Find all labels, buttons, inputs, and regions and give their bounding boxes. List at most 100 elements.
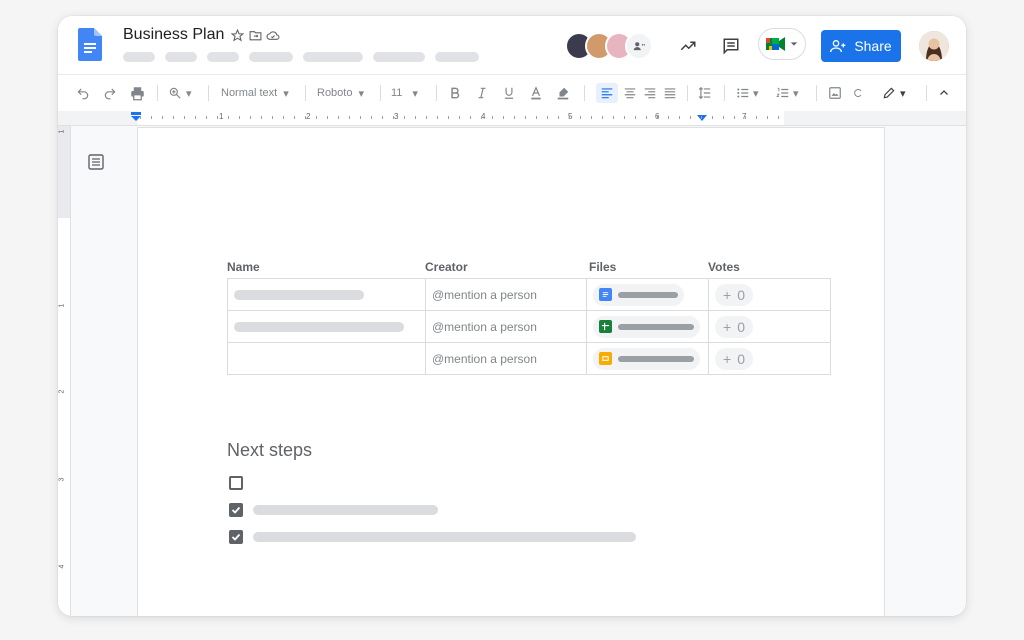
editing-mode-dropdown[interactable]: ▾ xyxy=(882,83,906,103)
creator-cell[interactable]: @mention a person xyxy=(425,342,587,375)
italic-icon[interactable] xyxy=(475,83,489,103)
ruler-tick xyxy=(272,116,273,119)
docs-logo-icon[interactable] xyxy=(78,28,102,61)
name-cell[interactable] xyxy=(227,342,426,375)
file-name-placeholder xyxy=(618,355,694,362)
bold-icon[interactable] xyxy=(448,83,462,103)
user-avatar[interactable] xyxy=(919,31,949,61)
ruler-tick xyxy=(404,116,405,119)
name-cell[interactable] xyxy=(227,310,426,343)
highlight-icon[interactable] xyxy=(556,83,570,103)
divider xyxy=(816,85,817,101)
ruler-tick xyxy=(261,116,262,119)
divider xyxy=(926,85,927,101)
file-chip[interactable] xyxy=(593,347,700,370)
votes-cell[interactable]: +0 xyxy=(708,278,831,311)
ruler-tick xyxy=(679,116,680,119)
collapse-menus-icon[interactable] xyxy=(938,83,950,103)
ruler-tick xyxy=(624,116,625,119)
font-size-dropdown[interactable]: 11 ▾ xyxy=(391,83,418,103)
line-spacing-icon[interactable] xyxy=(698,83,712,103)
plus-icon: + xyxy=(723,286,732,303)
checklist-item xyxy=(229,530,636,544)
votes-cell[interactable]: +0 xyxy=(708,342,831,375)
underline-icon[interactable] xyxy=(502,83,516,103)
align-justify-icon[interactable] xyxy=(663,83,677,103)
ruler-tick xyxy=(294,116,295,119)
horizontal-ruler[interactable]: 1 2 3 4 5 6 7 xyxy=(58,111,966,126)
meet-button[interactable] xyxy=(758,28,806,60)
star-icon[interactable] xyxy=(230,28,244,42)
ruler-number: 1 xyxy=(58,129,66,134)
votes-cell[interactable]: +0 xyxy=(708,310,831,343)
ruler-tick xyxy=(613,116,614,119)
trending-up-icon[interactable] xyxy=(678,36,698,56)
zoom-dropdown[interactable]: ▾ xyxy=(168,83,192,103)
vote-button[interactable]: +0 xyxy=(715,283,753,306)
file-chip[interactable] xyxy=(593,283,684,306)
vote-count: 0 xyxy=(737,318,745,335)
ruler-tick xyxy=(668,116,669,119)
files-cell[interactable] xyxy=(586,342,709,375)
chevron-down-icon: ▾ xyxy=(412,87,418,100)
numbered-list-dropdown[interactable]: ▾ xyxy=(776,83,799,103)
ruler-text-area xyxy=(138,111,784,125)
menu-item[interactable] xyxy=(373,52,425,62)
vote-button[interactable]: +0 xyxy=(715,315,753,338)
checkbox-checked[interactable] xyxy=(229,503,243,517)
google-sheets-icon xyxy=(599,320,612,333)
insert-image-icon[interactable] xyxy=(828,83,842,103)
files-cell[interactable] xyxy=(586,310,709,343)
ruler-tick xyxy=(393,116,394,119)
more-collaborators-icon[interactable] xyxy=(625,32,653,60)
checkbox[interactable] xyxy=(229,476,243,490)
checkmark-icon xyxy=(231,506,241,514)
menu-item[interactable] xyxy=(123,52,155,62)
align-center-icon[interactable] xyxy=(623,83,637,103)
font-dropdown[interactable]: Roboto ▾ xyxy=(317,83,364,103)
share-button[interactable]: Share xyxy=(821,30,901,62)
creator-cell[interactable]: @mention a person xyxy=(425,310,587,343)
print-icon[interactable] xyxy=(130,83,145,103)
ruler-tick xyxy=(349,116,350,119)
menu-item[interactable] xyxy=(249,52,293,62)
paragraph-style-dropdown[interactable]: Normal text ▾ xyxy=(221,83,289,103)
redo-icon[interactable] xyxy=(103,83,117,103)
ideas-table[interactable]: @mention a person +0 @mention a person +… xyxy=(227,278,831,375)
document-outline-icon[interactable] xyxy=(88,154,104,170)
ruler-tick xyxy=(756,116,757,119)
files-cell[interactable] xyxy=(586,278,709,311)
folder-move-icon[interactable] xyxy=(248,28,262,42)
bulleted-list-dropdown[interactable]: ▾ xyxy=(736,83,759,103)
text-color-icon[interactable] xyxy=(529,83,543,103)
file-chip[interactable] xyxy=(593,315,700,338)
right-indent-marker-icon[interactable] xyxy=(696,115,708,123)
vote-button[interactable]: +0 xyxy=(715,347,753,370)
menu-item[interactable] xyxy=(303,52,363,62)
table-header: Name xyxy=(227,260,260,274)
menu-item[interactable] xyxy=(207,52,239,62)
section-heading: Next steps xyxy=(227,440,313,460)
creator-cell[interactable]: @mention a person xyxy=(425,278,587,311)
ruler-tick xyxy=(514,116,515,119)
vertical-ruler[interactable]: 1 1 2 3 4 xyxy=(58,126,71,616)
bulleted-list-icon xyxy=(737,88,749,98)
ruler-tick xyxy=(305,116,306,119)
ruler-number: 1 xyxy=(58,303,66,308)
menu-item[interactable] xyxy=(435,52,479,62)
comment-icon[interactable] xyxy=(721,36,741,56)
document-page[interactable]: Name Creator Files Votes @mention a pers… xyxy=(138,128,884,616)
clear-formatting-icon[interactable] xyxy=(852,83,864,103)
file-name-placeholder xyxy=(618,323,694,330)
undo-icon[interactable] xyxy=(76,83,90,103)
chevron-down-icon: ▾ xyxy=(283,87,289,100)
checkbox-checked[interactable] xyxy=(229,530,243,544)
menu-item[interactable] xyxy=(165,52,197,62)
pencil-icon xyxy=(883,87,895,99)
align-left-icon[interactable] xyxy=(596,83,618,103)
document-title[interactable]: Business Plan xyxy=(123,26,224,44)
name-cell[interactable] xyxy=(227,278,426,311)
cloud-saved-icon[interactable] xyxy=(266,28,280,42)
align-right-icon[interactable] xyxy=(643,83,657,103)
ruler-tick xyxy=(371,116,372,119)
